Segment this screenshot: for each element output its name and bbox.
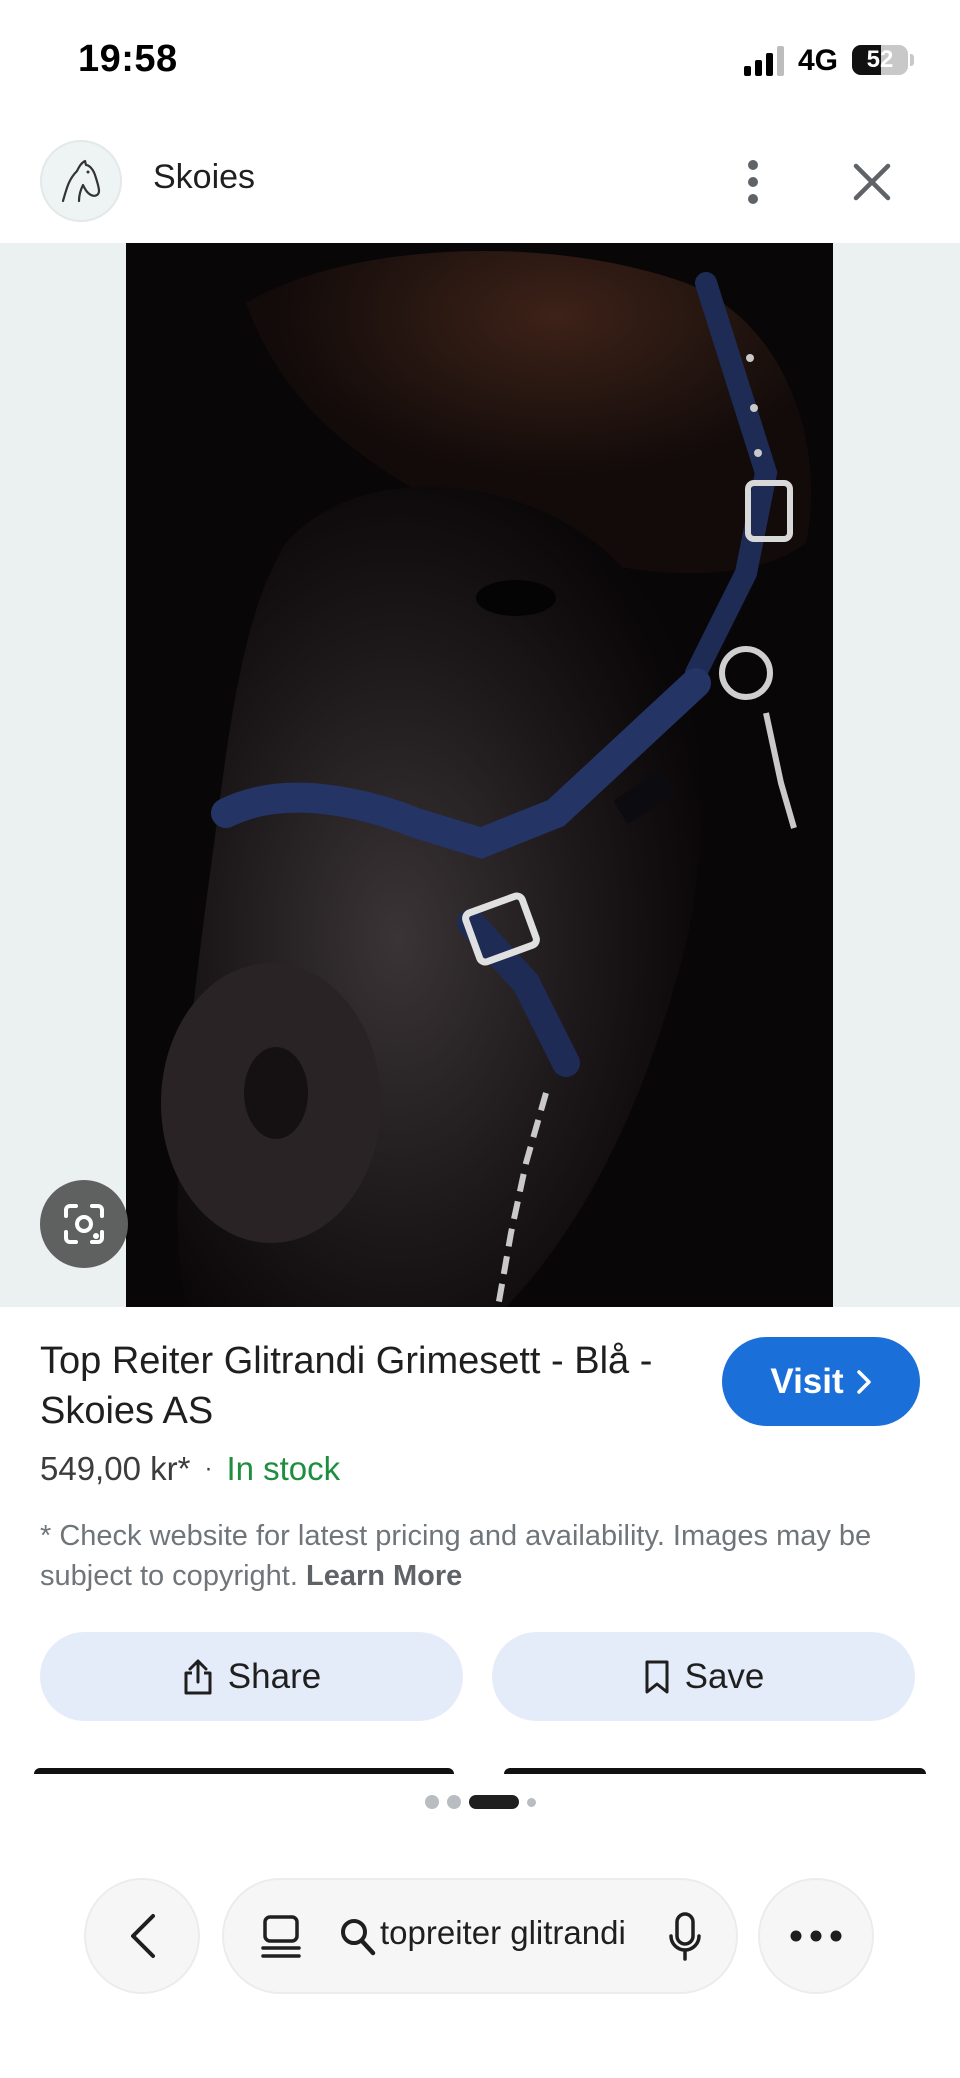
google-lens-icon: [64, 1204, 104, 1244]
search-query[interactable]: topreiter glitrandi: [380, 1914, 630, 1958]
visit-button[interactable]: Visit: [722, 1337, 920, 1426]
more-options-button[interactable]: [730, 152, 776, 212]
page-dot: [446, 1795, 461, 1809]
bookmark-icon: [645, 1660, 669, 1693]
share-button[interactable]: Share: [40, 1632, 463, 1721]
page-dot: [526, 1797, 536, 1807]
battery-nub: [910, 54, 914, 66]
more-horiz-icon: [790, 1930, 842, 1942]
mic-icon[interactable]: [668, 1912, 702, 1962]
back-button[interactable]: [84, 1878, 200, 1994]
image-viewer: [0, 243, 960, 1307]
battery-level: 52: [866, 46, 894, 73]
price-row: 549,00 kr* · In stock: [40, 1450, 340, 1488]
status-time: 19:58: [78, 38, 178, 80]
horse-halter-photo: [126, 243, 833, 1307]
status-bar: 19:58 4G 52: [0, 0, 960, 120]
price-separator: ·: [204, 1455, 213, 1482]
page-dot: [424, 1795, 439, 1809]
signal-icon: [744, 46, 784, 76]
result-header: Skoies: [0, 130, 960, 242]
share-label: Share: [227, 1656, 322, 1696]
more-menu-button[interactable]: [758, 1878, 874, 1994]
page-indicator: [0, 1795, 960, 1809]
visit-label: Visit: [770, 1361, 844, 1401]
related-result-2[interactable]: [504, 1768, 926, 1774]
more-vert-icon: [748, 160, 758, 204]
chevron-left-icon: [131, 1914, 155, 1958]
site-name[interactable]: Skoies: [153, 158, 255, 197]
site-logo[interactable]: [40, 140, 122, 222]
google-lens-button[interactable]: [40, 1180, 128, 1268]
disclaimer-text: * Check website for latest pricing and a…: [40, 1516, 920, 1596]
chevron-right-icon: [856, 1369, 871, 1394]
product-title[interactable]: Top Reiter Glitrandi Grimesett - Blå - S…: [40, 1336, 660, 1436]
close-icon: [853, 163, 891, 201]
network-type: 4G: [798, 44, 839, 77]
related-result-1[interactable]: [34, 1768, 454, 1774]
horse-head-icon: [61, 159, 101, 203]
product-price: 549,00 kr*: [40, 1450, 191, 1487]
battery-icon: 52: [852, 45, 908, 75]
save-label: Save: [684, 1656, 765, 1696]
close-button[interactable]: [846, 156, 898, 208]
save-button[interactable]: Save: [492, 1632, 915, 1721]
search-bar[interactable]: topreiter glitrandi: [222, 1878, 738, 1994]
tabs-icon[interactable]: [260, 1914, 302, 1960]
search-icon: [341, 1919, 376, 1956]
product-image[interactable]: [126, 243, 833, 1307]
page-dot-active: [468, 1795, 519, 1809]
learn-more-link[interactable]: Learn More: [306, 1560, 462, 1592]
share-icon: [184, 1659, 212, 1694]
stock-status: In stock: [226, 1450, 341, 1487]
